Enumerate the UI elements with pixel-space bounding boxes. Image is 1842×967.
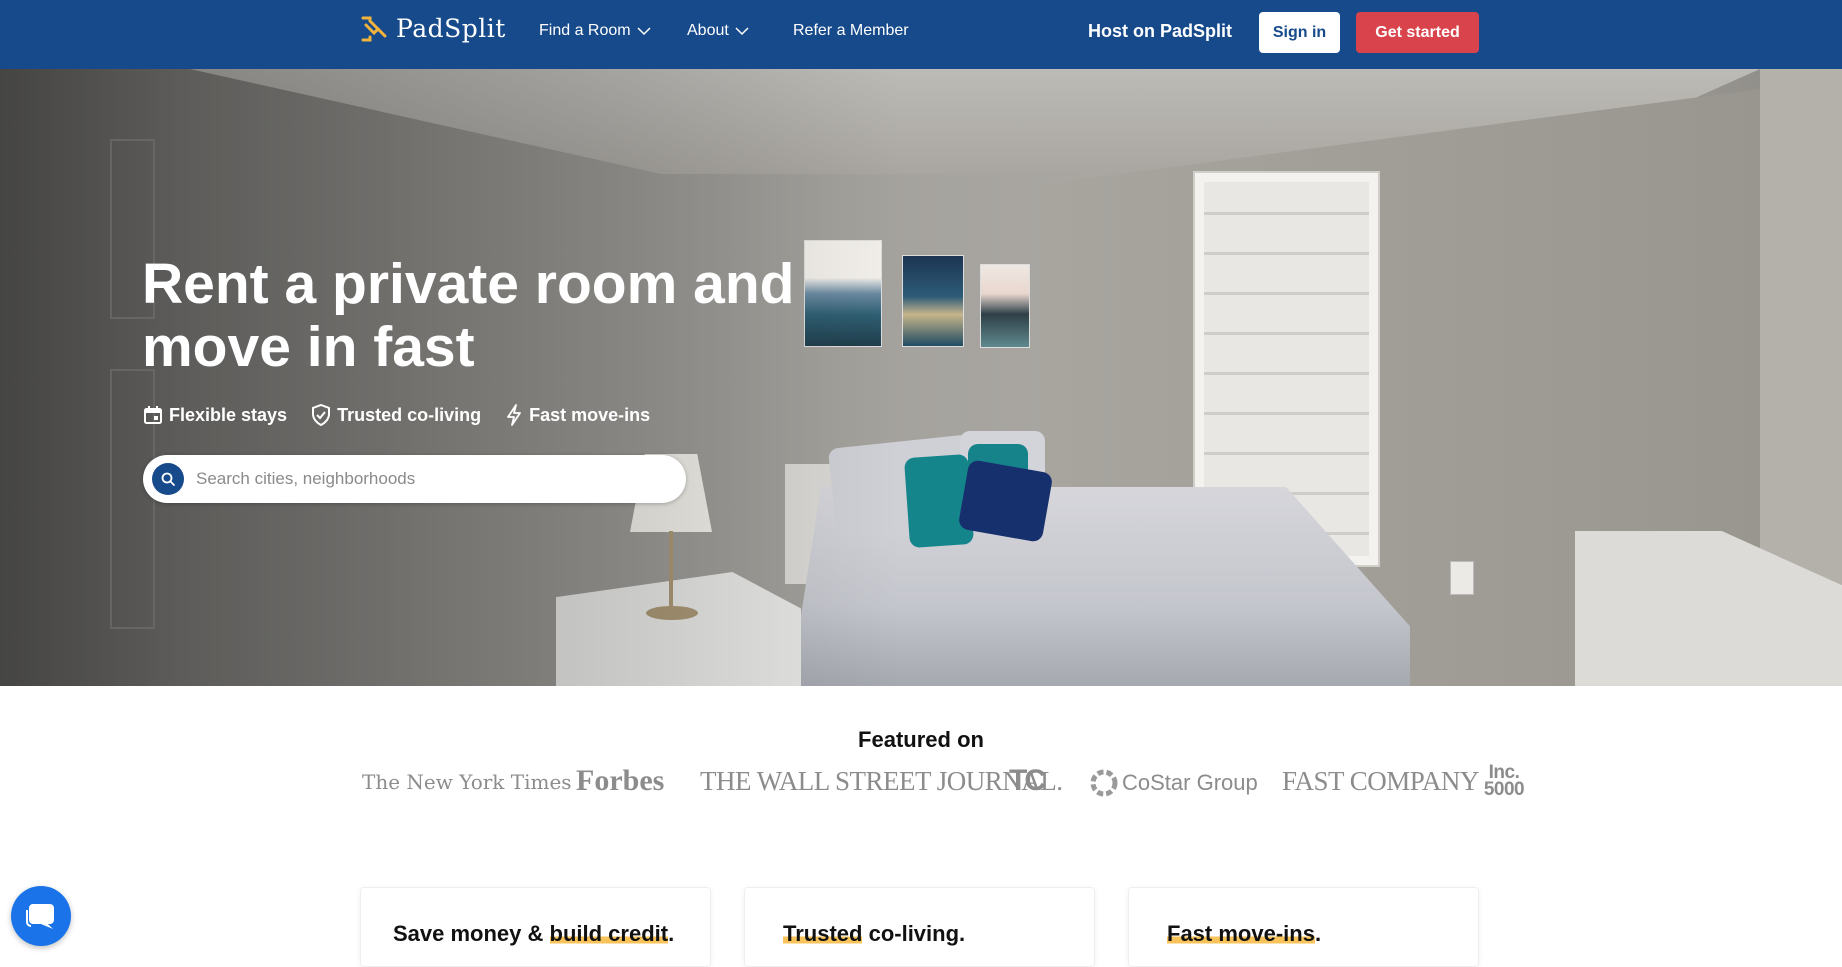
inc-5000-logo: Inc. 5000 [1483, 762, 1525, 800]
nav-about-label: About [687, 22, 729, 39]
search-icon [161, 472, 175, 486]
card-title-highlight: Trusted [783, 921, 863, 946]
hero-title-line2: move in fast [142, 315, 475, 379]
window-blind-slat [1204, 332, 1369, 335]
card-title: Trusted co-living. [783, 921, 965, 947]
padsplit-logo-icon [361, 16, 387, 41]
chat-bubble-icon [26, 904, 54, 929]
card-title-highlight: build credit [549, 921, 669, 946]
benefit-card-trusted: Trusted co-living. [744, 887, 1095, 967]
hero-title: Rent a private room and move in fast [142, 253, 842, 379]
brand-name: PadSplit [396, 14, 506, 43]
card-title-highlight: Fast move-ins [1167, 921, 1315, 946]
benefit-card-save-money: Save money & build credit. [360, 887, 711, 967]
wall-poster [902, 255, 964, 347]
wall-poster [980, 264, 1030, 348]
card-title-text: Save money & [393, 921, 550, 946]
fast-company-logo: FAST COMPANY [1282, 766, 1479, 796]
feature-label: Flexible stays [169, 404, 288, 425]
card-title-text: . [668, 921, 675, 946]
window-blind-slat [1204, 252, 1369, 255]
lightning-icon [507, 404, 522, 426]
nav-refer-label: Refer a Member [793, 22, 909, 39]
forbes-logo: Forbes [576, 764, 665, 797]
nav-about[interactable]: About [687, 22, 749, 40]
card-title-text: co-living. [862, 921, 966, 946]
top-navigation-bar: PadSplit Find a Room About Refer a Membe… [0, 0, 1842, 69]
featured-on-heading: Featured on [858, 727, 984, 752]
shield-check-icon [312, 404, 331, 426]
window-blind-slat [1204, 372, 1369, 375]
nyt-logo: The New York Times [362, 770, 572, 794]
sign-in-button[interactable]: Sign in [1259, 12, 1340, 53]
feature-trusted-co-living: Trusted co-living [311, 404, 481, 426]
card-title-text: . [1314, 921, 1322, 946]
calendar-icon [144, 406, 162, 424]
search-button[interactable] [152, 463, 184, 495]
search-input[interactable] [196, 469, 666, 489]
navy-pillow [957, 459, 1054, 543]
chevron-down-icon [637, 27, 651, 36]
padsplit-logo[interactable]: PadSplit [360, 14, 506, 43]
location-search-bar [143, 455, 686, 503]
costar-logo: CoStar Group [1090, 769, 1258, 797]
feature-label: Fast move-ins [529, 404, 651, 425]
feature-label: Trusted co-living [337, 404, 482, 425]
nav-find-a-room-label: Find a Room [539, 22, 631, 39]
window-blind-slat [1204, 412, 1369, 415]
benefit-card-fast-move-ins: Fast move-ins. [1128, 887, 1479, 967]
window-blind-slat [1204, 452, 1369, 455]
window-blind-slat [1204, 292, 1369, 295]
costar-mark-icon [1090, 769, 1118, 797]
chat-widget-button[interactable] [11, 886, 71, 946]
card-title: Fast move-ins. [1167, 921, 1321, 947]
window-blind-slat [1204, 212, 1369, 215]
host-on-padsplit-link[interactable]: Host on PadSplit [1088, 21, 1232, 42]
techcrunch-logo: TC [1009, 764, 1046, 797]
get-started-button[interactable]: Get started [1356, 12, 1479, 53]
hero-features: Flexible stays Trusted co-living Fast mo… [143, 404, 674, 426]
feature-fast-move-ins: Fast move-ins [505, 404, 650, 426]
card-title: Save money & build credit. [393, 921, 674, 947]
costar-label: CoStar Group [1122, 770, 1258, 795]
wall-outlet [1450, 561, 1474, 595]
nav-find-a-room[interactable]: Find a Room [539, 22, 651, 40]
chevron-down-icon [735, 27, 749, 36]
nav-refer-a-member[interactable]: Refer a Member [793, 22, 909, 40]
hero-title-line1: Rent a private room and [142, 252, 795, 316]
feature-flexible-stays: Flexible stays [143, 405, 287, 426]
